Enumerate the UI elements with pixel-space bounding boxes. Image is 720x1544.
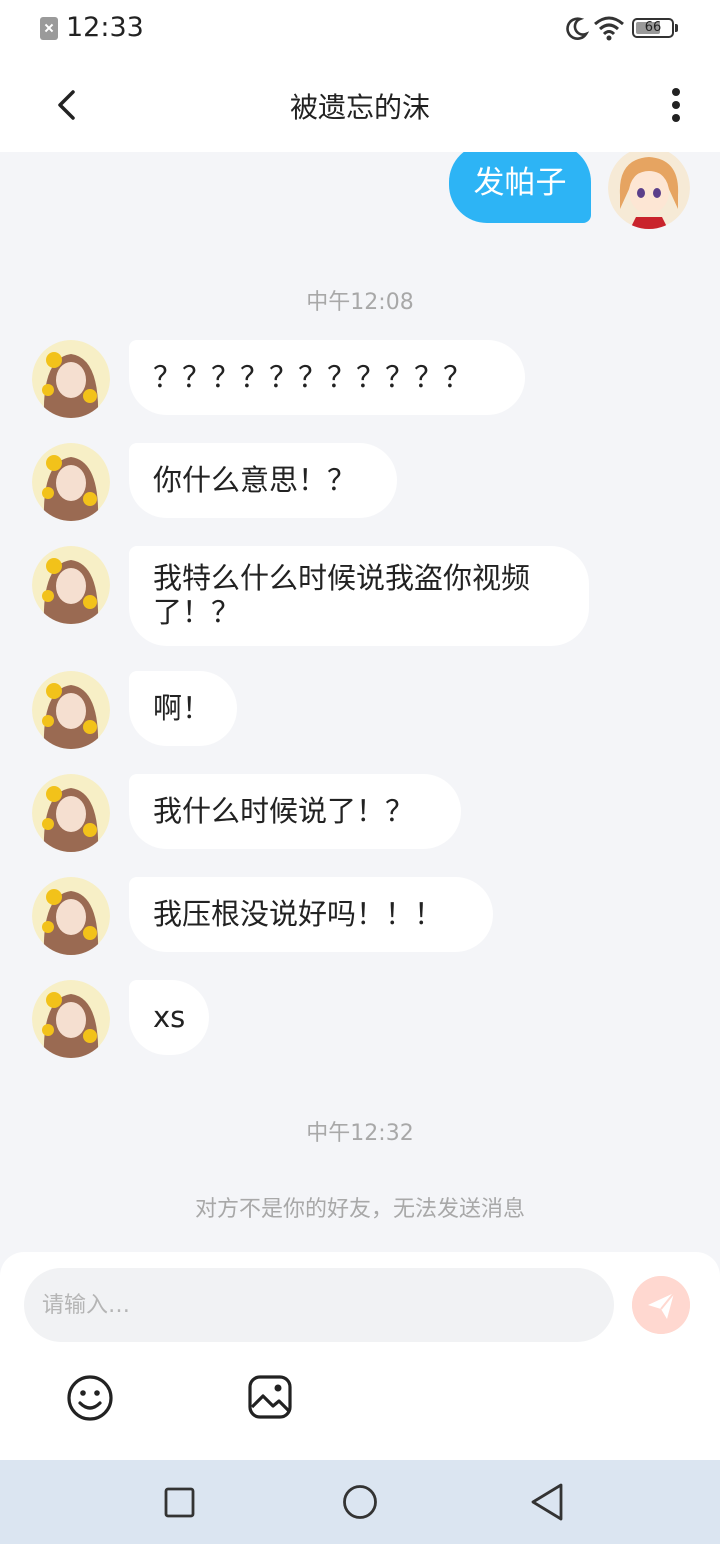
send-button[interactable] <box>632 1276 690 1334</box>
self-message-bubble[interactable]: 发帕子 <box>449 152 591 223</box>
message-bubble[interactable]: 我压根没说好吗！！！ <box>129 877 493 952</box>
recent-apps-icon[interactable] <box>164 1487 195 1518</box>
contact-avatar[interactable] <box>32 443 110 521</box>
chat-header: 被遗忘的沫 <box>0 58 720 152</box>
contact-avatar[interactable] <box>32 671 110 749</box>
not-friend-notice: 对方不是你的好友，无法发送消息 <box>194 1197 525 1222</box>
emoji-icon[interactable] <box>66 1374 114 1422</box>
message-bubble[interactable]: ？？？？？？？？？？？ <box>129 340 525 415</box>
composer-panel <box>0 1252 720 1460</box>
more-options-button[interactable] <box>660 80 692 130</box>
back-icon[interactable] <box>528 1482 566 1522</box>
status-bar: 12:33 66 <box>0 0 720 58</box>
contact-avatar[interactable] <box>32 877 110 955</box>
page-title: 被遗忘的沫 <box>289 91 430 124</box>
notification-blocked-icon <box>40 17 58 40</box>
message-bubble[interactable]: 你什么意思！？ <box>129 443 397 518</box>
moon-icon <box>566 17 589 40</box>
timestamp-1208: 中午12:08 <box>306 290 414 315</box>
message-bubble[interactable]: xs <box>129 980 209 1055</box>
contact-avatar[interactable] <box>32 774 110 852</box>
battery-icon: 66 <box>632 18 674 38</box>
status-time: 12:33 <box>66 12 144 43</box>
contact-avatar[interactable] <box>32 340 110 418</box>
image-icon[interactable] <box>247 1374 293 1420</box>
message-bubble[interactable]: 我什么时候说了！？ <box>129 774 461 849</box>
battery-level: 66 <box>644 20 662 35</box>
contact-avatar[interactable] <box>32 546 110 624</box>
message-input[interactable] <box>24 1268 614 1342</box>
timestamp-1232: 中午12:32 <box>306 1121 414 1146</box>
wifi-icon <box>594 16 624 41</box>
message-bubble[interactable]: 我特么什么时候说我盗你视频了！？ <box>129 546 589 646</box>
self-avatar[interactable] <box>608 152 690 229</box>
contact-avatar[interactable] <box>32 980 110 1058</box>
message-bubble[interactable]: 啊！ <box>129 671 237 746</box>
system-nav-bar <box>0 1460 720 1544</box>
home-icon[interactable] <box>342 1484 378 1520</box>
chat-messages[interactable]: 发帕子 中午12:08 ？？？？？？？？？？？ 你什么意思！？ 我特么什么时候说… <box>0 152 720 1252</box>
